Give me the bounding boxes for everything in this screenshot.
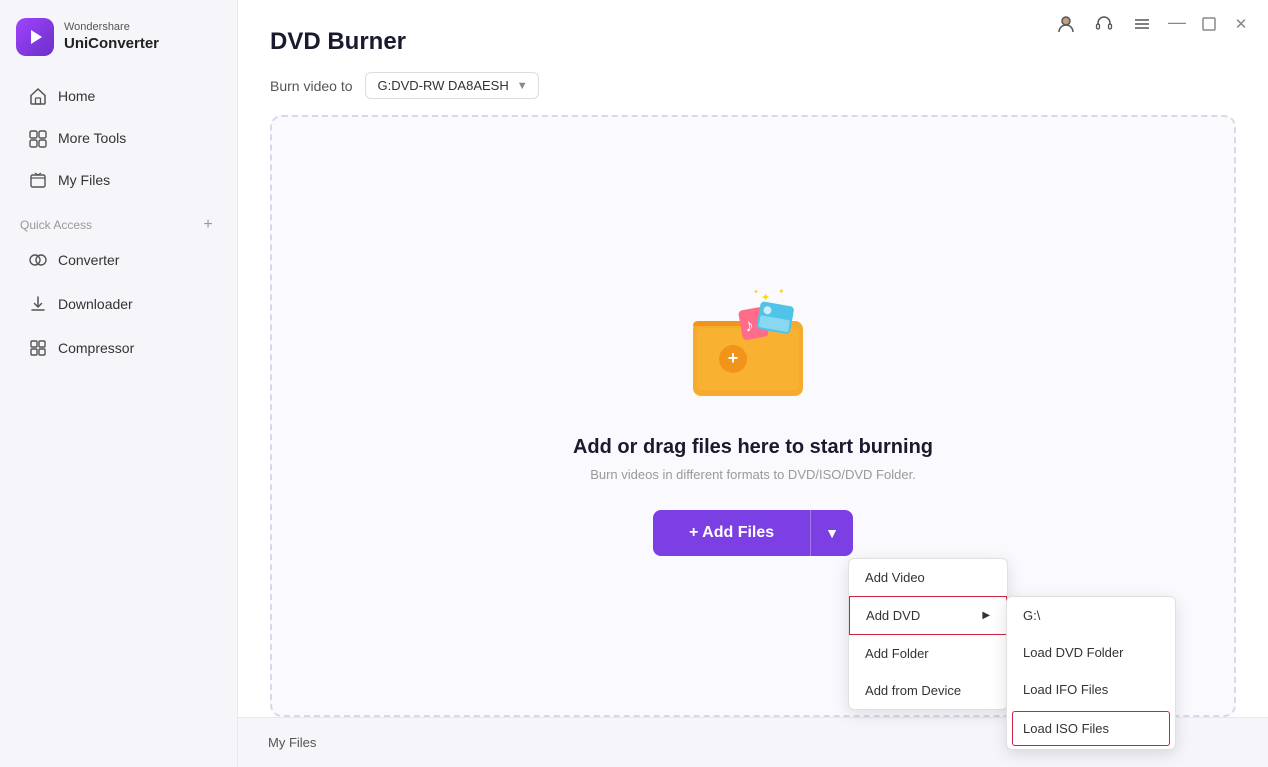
sidebar-item-converter[interactable]: Converter	[8, 240, 229, 280]
add-dvd-submenu: G:\ Load DVD Folder Load IFO Files Load …	[1006, 596, 1176, 750]
drop-title: Add or drag files here to start burning	[573, 436, 933, 459]
drop-illustration: + ♪ ✦ ✦ ✦	[683, 276, 823, 416]
sidebar-item-compressor-label: Compressor	[58, 340, 134, 356]
downloader-icon	[28, 294, 48, 314]
sidebar-item-more-tools-label: More Tools	[58, 130, 126, 146]
dropdown-item-add-video[interactable]: Add Video	[849, 559, 1007, 596]
add-files-button[interactable]: + Add Files	[653, 510, 810, 556]
quick-access-label: Quick Access +	[0, 206, 237, 238]
burn-row: Burn video to G:DVD-RW DA8AESH ▼	[238, 72, 1268, 115]
home-icon	[28, 86, 48, 106]
dropdown-item-add-dvd[interactable]: Add DVD ▶ G:\ Load DVD Folder Load IFO	[849, 596, 1007, 635]
add-files-dropdown-button[interactable]: ▼	[810, 510, 853, 556]
burn-device-select[interactable]: G:DVD-RW DA8AESH ▼	[365, 72, 539, 99]
close-button[interactable]: ✕	[1234, 17, 1248, 31]
burn-select-chevron-icon: ▼	[517, 80, 528, 92]
burn-label: Burn video to	[270, 78, 353, 94]
chevron-down-icon: ▼	[825, 525, 839, 541]
sidebar-item-my-files[interactable]: My Files	[8, 160, 229, 200]
submenu-item-load-iso-files[interactable]: Load ISO Files	[1012, 711, 1170, 746]
nav-section: Home More Tools M	[0, 74, 237, 206]
svg-text:✦: ✦	[753, 288, 759, 296]
submenu-arrow-icon: ▶	[982, 610, 990, 621]
footer-tab-my-files[interactable]: My Files	[258, 731, 326, 754]
add-files-row: + Add Files ▼ Add Video Add DVD ▶	[653, 510, 853, 556]
headset-icon[interactable]	[1094, 14, 1114, 34]
submenu-item-load-dvd-folder[interactable]: Load DVD Folder	[1007, 634, 1175, 671]
product-name: UniConverter	[64, 35, 159, 53]
sidebar-item-my-files-label: My Files	[58, 172, 110, 188]
dropdown-item-add-folder[interactable]: Add Folder	[849, 635, 1007, 672]
svg-text:+: +	[728, 348, 739, 368]
page-header: DVD Burner	[238, 0, 1268, 72]
sidebar-item-more-tools[interactable]: More Tools	[8, 118, 229, 158]
user-profile-icon[interactable]	[1056, 14, 1076, 34]
sidebar-item-home[interactable]: Home	[8, 76, 229, 116]
drop-zone[interactable]: + ♪ ✦ ✦ ✦	[270, 115, 1236, 717]
dropdown-menu: Add Video Add DVD ▶ G:\ Load DVD Folder	[848, 558, 1008, 710]
sidebar-item-converter-label: Converter	[58, 252, 119, 268]
svg-text:✦: ✦	[761, 292, 770, 304]
app-logo-icon	[16, 18, 54, 56]
minimize-button[interactable]: —	[1170, 17, 1184, 31]
menu-icon[interactable]	[1132, 14, 1152, 34]
submenu-item-g-drive[interactable]: G:\	[1007, 597, 1175, 634]
main-content-inner: DVD Burner Burn video to G:DVD-RW DA8AES…	[238, 0, 1268, 767]
converter-icon	[28, 250, 48, 270]
submenu-item-load-ifo-files[interactable]: Load IFO Files	[1007, 671, 1175, 708]
sidebar-item-compressor[interactable]: Compressor	[8, 328, 229, 368]
sidebar-item-downloader-label: Downloader	[58, 296, 133, 312]
sidebar-item-home-label: Home	[58, 88, 95, 104]
burn-device-value: G:DVD-RW DA8AESH	[378, 78, 509, 93]
dropdown-item-add-from-device[interactable]: Add from Device	[849, 672, 1007, 709]
logo-text: Wondershare UniConverter	[64, 21, 159, 52]
logo-area: Wondershare UniConverter	[0, 0, 237, 74]
sidebar: Wondershare UniConverter Home	[0, 0, 238, 767]
my-files-icon	[28, 170, 48, 190]
svg-text:✦: ✦	[778, 287, 785, 296]
add-quick-access-button[interactable]: +	[199, 216, 217, 234]
drop-subtitle: Burn videos in different formats to DVD/…	[590, 467, 916, 482]
maximize-button[interactable]	[1202, 17, 1216, 31]
titlebar: — ✕	[1056, 14, 1248, 34]
main-content: — ✕ DVD Burner Burn video to G:DVD-RW DA…	[238, 0, 1268, 767]
add-files-label: + Add Files	[689, 524, 774, 542]
sidebar-item-downloader[interactable]: Downloader	[8, 284, 229, 324]
more-tools-icon	[28, 128, 48, 148]
compressor-icon	[28, 338, 48, 358]
brand-name: Wondershare	[64, 21, 159, 34]
